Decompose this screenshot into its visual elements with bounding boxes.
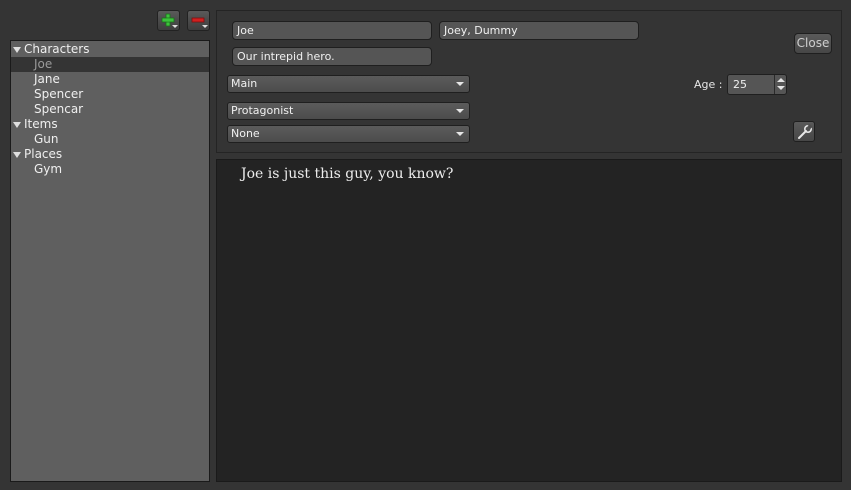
tree-category-label: Characters xyxy=(24,42,90,56)
description-text-editor[interactable]: Joe is just this guy, you know? xyxy=(216,159,842,482)
importance-value: Main xyxy=(231,77,258,90)
tree-item-label: Joe xyxy=(34,57,53,71)
tree-item-gym[interactable]: Gym xyxy=(11,162,209,177)
tree-category-label: Items xyxy=(24,117,58,131)
chevron-down-icon xyxy=(172,25,178,28)
aliases-value: Joey, Dummy xyxy=(444,24,518,37)
settings-tool-button[interactable] xyxy=(793,121,815,142)
chevron-down-icon xyxy=(456,132,464,136)
expand-arrow-icon[interactable] xyxy=(13,152,21,158)
tree-category-items[interactable]: Items xyxy=(11,117,209,132)
tree-item-label: Spencer xyxy=(34,87,84,101)
tree-category-places[interactable]: Places xyxy=(11,147,209,162)
expand-arrow-icon[interactable] xyxy=(13,122,21,128)
add-item-button[interactable] xyxy=(157,10,180,31)
decrement-arrow-icon[interactable] xyxy=(777,86,785,90)
age-label: Age : xyxy=(694,78,723,91)
chevron-down-icon xyxy=(456,82,464,86)
close-button[interactable]: Close xyxy=(794,33,832,54)
wrench-icon xyxy=(798,124,813,139)
tree-category-characters[interactable]: Characters xyxy=(11,42,209,57)
chevron-down-icon xyxy=(456,109,464,113)
outline-tree[interactable]: Characters Joe Jane Spencer Spencar Item… xyxy=(10,40,210,482)
expand-arrow-icon[interactable] xyxy=(13,47,21,53)
chevron-down-icon xyxy=(202,25,208,28)
tree-item-gun[interactable]: Gun xyxy=(11,132,209,147)
tree-item-label: Spencar xyxy=(34,102,84,116)
age-stepper[interactable] xyxy=(774,75,786,94)
name-value: Joe xyxy=(237,24,254,37)
role-select[interactable]: Protagonist xyxy=(227,102,470,120)
tree-category-label: Places xyxy=(24,147,63,161)
description-field[interactable]: Our intrepid hero. xyxy=(232,47,432,66)
age-value: 25 xyxy=(733,78,747,91)
role-value: Protagonist xyxy=(231,104,294,117)
tree-item-label: Jane xyxy=(34,72,60,86)
tree-item-label: Gym xyxy=(34,162,63,176)
tree-item-label: Gun xyxy=(34,132,59,146)
edit-panel: Joe Joey, Dummy Our intrepid hero. Main … xyxy=(216,10,842,153)
age-spinbox[interactable]: 25 xyxy=(727,74,787,95)
increment-arrow-icon[interactable] xyxy=(777,78,785,82)
tree-item-jane[interactable]: Jane xyxy=(11,72,209,87)
name-field[interactable]: Joe xyxy=(232,21,432,40)
tree-item-spencar[interactable]: Spencar xyxy=(11,102,209,117)
tree-item-spencer[interactable]: Spencer xyxy=(11,87,209,102)
description-value: Our intrepid hero. xyxy=(237,50,335,63)
editor-text: Joe is just this guy, you know? xyxy=(241,166,454,182)
extra-value: None xyxy=(231,127,260,140)
aliases-field[interactable]: Joey, Dummy xyxy=(439,21,639,40)
remove-item-button[interactable] xyxy=(187,10,210,31)
extra-select[interactable]: None xyxy=(227,125,470,143)
importance-select[interactable]: Main xyxy=(227,75,470,93)
tree-item-joe[interactable]: Joe xyxy=(11,57,209,72)
